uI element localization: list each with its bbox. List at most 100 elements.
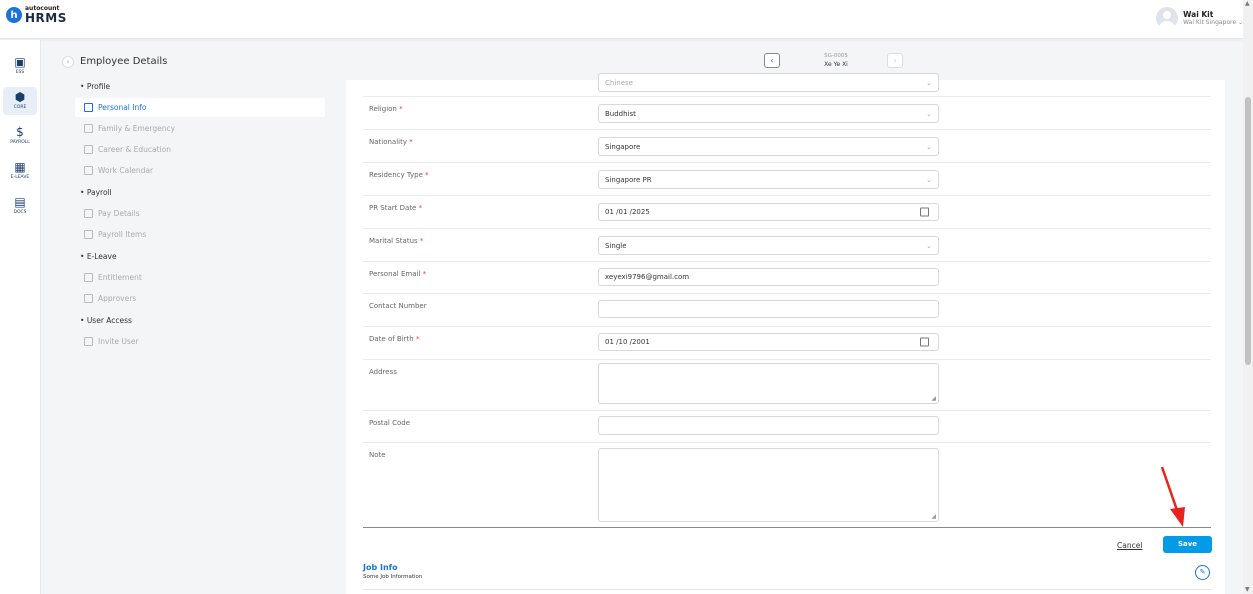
scroll-thumb[interactable]	[1245, 97, 1251, 365]
user-menu[interactable]: Wai Kit Wai Kit Singapore ⌄	[1156, 7, 1243, 29]
list-icon	[84, 230, 93, 239]
calendar-icon[interactable]	[920, 207, 929, 217]
email-field[interactable]: xeyexi9796@gmail.com	[598, 268, 939, 286]
religion-label: Religion *	[369, 105, 403, 113]
resize-handle-icon[interactable]: ◢	[931, 513, 936, 520]
briefcase-icon	[84, 145, 93, 154]
logo-mark: h	[6, 7, 22, 23]
religion-select[interactable]: Buddhist ⌄	[598, 104, 939, 123]
form-row-residency: Residency Type * Singapore PR ⌄	[363, 163, 1211, 196]
postal-label: Postal Code	[369, 419, 411, 427]
cancel-button[interactable]: Cancel	[1117, 541, 1142, 550]
residency-select[interactable]: Singapore PR ⌄	[598, 170, 939, 189]
nationality-label: Nationality *	[369, 138, 413, 146]
nav-docs[interactable]: ▤ DOCS	[3, 192, 37, 220]
edit-job-info-button[interactable]: ✎	[1195, 565, 1210, 580]
chevron-right-icon: ›	[893, 56, 897, 65]
employee-name: Xe Ye Xi	[824, 61, 848, 68]
resize-handle-icon[interactable]: ◢	[931, 395, 936, 402]
bank-icon	[84, 209, 93, 218]
menu-pay-details[interactable]: Pay Details	[75, 204, 325, 223]
form-row-postal: Postal Code	[363, 411, 1211, 443]
chevron-down-icon: ⌄	[926, 109, 932, 118]
form-row-marital: Marital Status * Single ⌄	[363, 229, 1211, 262]
pr-start-date-input[interactable]: 01 /01 /2025	[598, 203, 939, 221]
form-row-partial: Chinese ⌄	[363, 73, 1211, 97]
section-payroll: • Payroll	[80, 188, 112, 197]
email-label: Personal Email *	[369, 270, 427, 278]
chevron-down-icon: ⌄	[926, 78, 932, 87]
arrow-shaft	[1160, 466, 1180, 514]
nav-payroll[interactable]: $ PAYROLL	[3, 122, 37, 150]
brand-main: HRMS	[25, 11, 67, 25]
employee-code: SG-0005	[824, 53, 848, 59]
back-button[interactable]: ‹	[62, 56, 74, 68]
menu-invite-user[interactable]: Invite User	[75, 332, 325, 351]
marital-select[interactable]: Single ⌄	[598, 236, 939, 255]
chevron-left-icon: ‹	[66, 58, 70, 66]
scroll-down-icon[interactable]: ▼	[1245, 586, 1250, 593]
page-scrollbar[interactable]: ▲ ▼	[1243, 0, 1253, 594]
chevron-down-icon: ⌄	[926, 175, 932, 184]
annotation-arrow	[1160, 466, 1185, 527]
partial-select[interactable]: Chinese ⌄	[598, 73, 939, 92]
calendar-icon: ▦	[14, 160, 26, 174]
menu-entitlement[interactable]: Entitlement	[75, 268, 325, 287]
top-bar: h autocount HRMS Wai Kit Wai Kit Singapo…	[0, 0, 1243, 39]
note-textarea[interactable]: ◢	[598, 448, 939, 522]
page-title: Employee Details	[80, 56, 168, 67]
job-info-divider	[363, 589, 1211, 590]
nav-eleave[interactable]: ▦ E-LEAVE	[3, 157, 37, 185]
chevron-down-icon: ⌄	[926, 241, 932, 250]
form-row-pr-start: PR Start Date * 01 /01 /2025	[363, 196, 1211, 229]
address-label: Address	[369, 368, 397, 376]
note-label: Note	[369, 451, 386, 459]
cube-icon: ⬢	[14, 90, 26, 104]
user-name: Wai Kit	[1183, 10, 1214, 19]
form-row-contact: Contact Number	[363, 294, 1211, 327]
pr-start-label: PR Start Date *	[369, 204, 423, 212]
user-org[interactable]: Wai Kit Singapore ⌄	[1183, 19, 1243, 26]
avatar[interactable]	[1156, 7, 1179, 29]
calendar-check-icon	[84, 273, 93, 282]
id-card-icon: ▣	[14, 55, 26, 69]
save-button[interactable]: Save	[1163, 536, 1212, 553]
menu-family-emergency[interactable]: Family & Emergency	[75, 119, 325, 138]
scroll-up-icon[interactable]: ▲	[1245, 0, 1250, 7]
section-eleave: • E-Leave	[80, 252, 117, 261]
calendar-icon[interactable]	[920, 337, 929, 347]
form-row-nationality: Nationality * Singapore ⌄	[363, 130, 1211, 163]
nationality-select[interactable]: Singapore ⌄	[598, 137, 939, 156]
personal-info-form: Chinese ⌄ Religion * Buddhist ⌄ Nationalit…	[346, 73, 1225, 594]
pencil-icon: ✎	[1199, 568, 1206, 576]
nav-core[interactable]: ⬢ CORE	[3, 87, 37, 115]
app-logo[interactable]: h autocount HRMS	[6, 6, 67, 24]
form-row-email: Personal Email * xeyexi9796@gmail.com	[363, 262, 1211, 294]
postal-code-field[interactable]	[598, 416, 939, 435]
document-icon: ▤	[14, 195, 26, 209]
contact-number-field[interactable]	[598, 300, 939, 318]
user-add-icon	[84, 337, 93, 346]
marital-label: Marital Status *	[369, 237, 424, 245]
section-profile: • Profile	[80, 82, 111, 91]
form-row-address: Address ◢	[363, 360, 1211, 411]
address-textarea[interactable]: ◢	[598, 363, 939, 404]
section-user-access: • User Access	[80, 316, 132, 325]
dob-date-input[interactable]: 01 /10 /2001	[598, 333, 939, 351]
calendar-icon	[84, 166, 93, 175]
prev-employee-button[interactable]: ‹	[764, 53, 780, 68]
menu-work-calendar[interactable]: Work Calendar	[75, 161, 325, 180]
job-info-title: Job Info	[363, 563, 398, 572]
menu-approvers[interactable]: Approvers	[75, 289, 325, 308]
users-icon	[84, 294, 93, 303]
menu-personal-info[interactable]: Personal Info	[75, 98, 325, 117]
arrow-head	[1170, 507, 1185, 527]
next-employee-button[interactable]: ›	[887, 53, 903, 68]
form-row-note: Note ◢	[363, 443, 1211, 527]
menu-payroll-items[interactable]: Payroll Items	[75, 225, 325, 244]
contact-label: Contact Number	[369, 302, 427, 310]
nav-ess[interactable]: ▣ ESS	[3, 52, 37, 80]
menu-career-education[interactable]: Career & Education	[75, 140, 325, 159]
dob-label: Date of Birth *	[369, 335, 420, 343]
family-icon	[84, 124, 93, 133]
